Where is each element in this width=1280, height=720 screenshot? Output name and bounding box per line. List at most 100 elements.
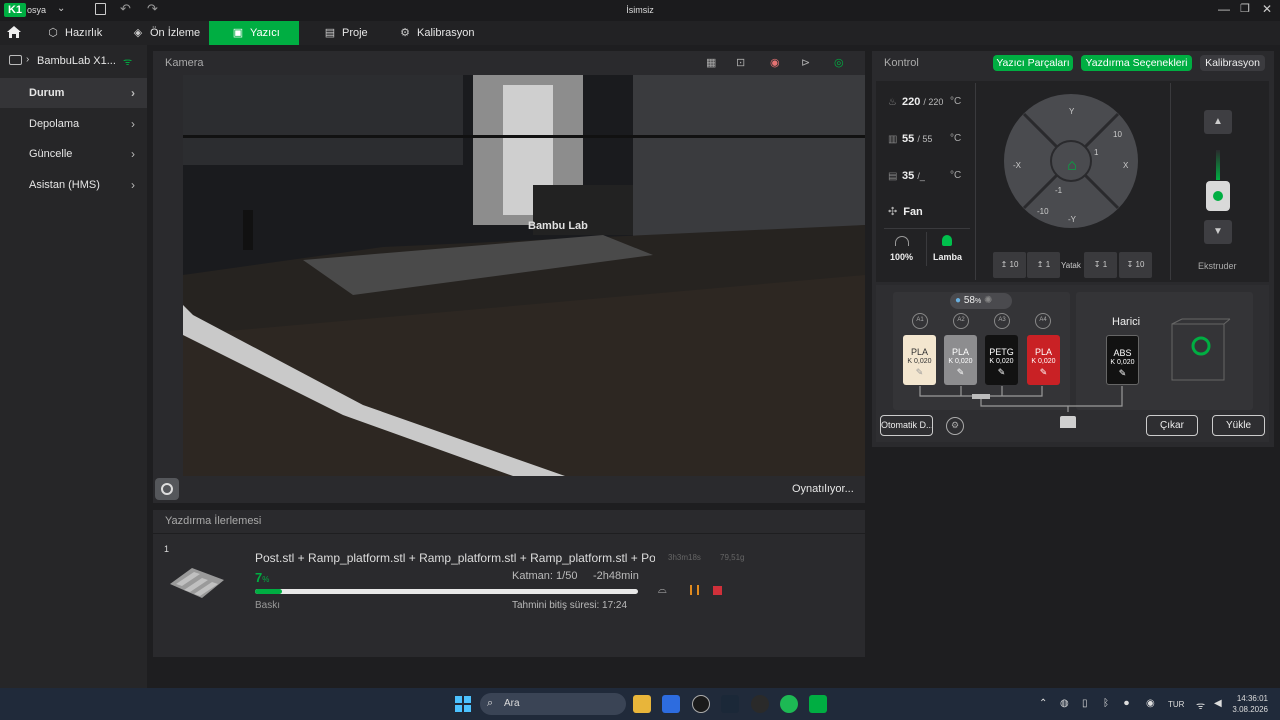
nozzle-temp[interactable]: ♨ 220 / 220 °C bbox=[888, 96, 961, 108]
camera-title: Kamera bbox=[165, 57, 204, 69]
app-icon[interactable] bbox=[751, 695, 769, 713]
bluetooth-icon[interactable]: ᛒ bbox=[1103, 698, 1109, 709]
network-icon[interactable]: ◉ bbox=[1146, 698, 1155, 709]
video-icon[interactable]: ⊳ bbox=[801, 56, 810, 69]
clock-date[interactable]: 3.08.2026 bbox=[1232, 705, 1268, 714]
record-icon[interactable]: ◉ bbox=[770, 56, 780, 69]
timelapse-icon[interactable]: ⊡ bbox=[736, 56, 745, 69]
control-title: Kontrol bbox=[884, 57, 919, 69]
external-slot[interactable]: ABS K 0,020 ✎ bbox=[1106, 335, 1139, 385]
restore-icon[interactable]: ❐ bbox=[1240, 2, 1250, 15]
jog-y-minus[interactable]: -Y bbox=[1068, 215, 1076, 224]
minimize-icon[interactable]: — bbox=[1218, 2, 1230, 16]
sd-card-icon[interactable]: ▦ bbox=[706, 56, 716, 69]
jog-plus-10[interactable]: 10 bbox=[1113, 130, 1122, 139]
jog-plus-1[interactable]: 1 bbox=[1094, 148, 1098, 157]
printer-icon bbox=[9, 55, 22, 65]
bed-down-1-button[interactable]: ↧ 1 bbox=[1084, 252, 1117, 278]
tab-proje[interactable]: ▤ Proje bbox=[323, 21, 383, 45]
cube-icon: ⬡ bbox=[48, 27, 58, 39]
divider bbox=[1170, 83, 1171, 280]
speed-icon[interactable]: ⌓ bbox=[658, 584, 667, 597]
tab-kalibrasyon[interactable]: ⚙ Kalibrasyon bbox=[398, 21, 488, 45]
gauge-icon[interactable] bbox=[895, 236, 909, 246]
print-status: Baskı bbox=[255, 600, 281, 611]
progress-percent: 7% bbox=[255, 570, 270, 585]
edit-icon: ✎ bbox=[997, 367, 1006, 377]
sidebar-item-depolama[interactable]: Depolama › bbox=[0, 109, 147, 139]
speed-value[interactable]: 100% bbox=[890, 252, 913, 262]
device-name[interactable]: BambuLab X1... bbox=[37, 55, 116, 67]
bed-up-1-button[interactable]: ↥ 1 bbox=[1027, 252, 1060, 278]
camera-on-icon[interactable]: ◎ bbox=[834, 56, 844, 69]
slot-refresh-icon[interactable]: A3 bbox=[994, 313, 1010, 329]
printer-parts-button[interactable]: Yazıcı Parçaları bbox=[993, 55, 1073, 71]
sidebar-item-durum[interactable]: Durum › bbox=[0, 78, 147, 108]
file-explorer-icon[interactable] bbox=[633, 695, 651, 713]
windows-start-icon[interactable] bbox=[455, 696, 471, 712]
load-button[interactable]: Yükle bbox=[1212, 415, 1265, 436]
extruder-up-button[interactable]: ▲ bbox=[1204, 110, 1232, 134]
lamp-label[interactable]: Lamba bbox=[933, 252, 962, 262]
close-icon[interactable]: ✕ bbox=[1262, 2, 1272, 16]
slot-refresh-icon[interactable]: A2 bbox=[953, 313, 969, 329]
ams-slot-3[interactable]: PETG K 0,020 ✎ bbox=[985, 335, 1018, 385]
jog-x-minus[interactable]: -X bbox=[1013, 161, 1021, 170]
microphone-icon[interactable]: ⏺ bbox=[1124, 698, 1129, 709]
tray-icon[interactable]: ◍ bbox=[1060, 698, 1069, 709]
lamp-icon[interactable] bbox=[942, 235, 952, 246]
jog-x-plus[interactable]: X bbox=[1123, 161, 1128, 170]
tab-hazirlik[interactable]: ⬡ Hazırlık bbox=[46, 21, 122, 45]
ams-settings-icon[interactable]: ⚙ bbox=[946, 417, 964, 435]
chevron-right-icon[interactable]: › bbox=[26, 54, 29, 65]
ams-slot-4[interactable]: PLA K 0,020 ✎ bbox=[1027, 335, 1060, 385]
slot-refresh-icon[interactable]: A1 bbox=[912, 313, 928, 329]
stop-button[interactable] bbox=[713, 586, 722, 595]
store-icon[interactable] bbox=[662, 695, 680, 713]
pause-button[interactable] bbox=[690, 585, 699, 595]
home-icon[interactable] bbox=[6, 24, 22, 40]
progress-title: Yazdırma İlerlemesi bbox=[165, 515, 262, 527]
extruder-status-dot bbox=[1213, 191, 1223, 201]
steam-icon[interactable] bbox=[721, 695, 739, 713]
taskbar-search[interactable]: Ara bbox=[480, 693, 626, 715]
layers-icon: ◈ bbox=[133, 27, 143, 39]
bed-up-10-button[interactable]: ↥ 10 bbox=[993, 252, 1026, 278]
clock-time[interactable]: 14:36:01 bbox=[1236, 694, 1268, 703]
remaining-time: -2h48min bbox=[593, 570, 639, 582]
language-indicator[interactable]: TUR bbox=[1168, 700, 1184, 709]
unload-button[interactable]: Çıkar bbox=[1146, 415, 1198, 436]
fan-control[interactable]: ✣ Fan bbox=[888, 205, 923, 218]
extruder-down-button[interactable]: ▼ bbox=[1204, 220, 1232, 244]
bed-temp[interactable]: ▥ 55 / 55 °C bbox=[888, 133, 961, 145]
extruder-filament bbox=[1216, 150, 1220, 180]
jog-minus-1[interactable]: -1 bbox=[1055, 186, 1062, 195]
snapshot-button[interactable] bbox=[155, 478, 179, 500]
chevron-up-icon[interactable]: ⌃ bbox=[1039, 698, 1047, 709]
ams-slot-2[interactable]: PLA K 0,020 ✎ bbox=[944, 335, 977, 385]
home-icon[interactable]: ⌂ bbox=[1062, 157, 1082, 175]
extruder-label: Ekstruder bbox=[1198, 261, 1237, 271]
bed-down-10-button[interactable]: ↧ 10 bbox=[1119, 252, 1152, 278]
tab-on-izleme[interactable]: ◈ Ön İzleme bbox=[131, 21, 211, 45]
sidebar-item-guncelle[interactable]: Güncelle › bbox=[0, 139, 147, 169]
slot-refresh-icon[interactable]: A4 bbox=[1035, 313, 1051, 329]
volume-icon[interactable]: ◀ bbox=[1214, 698, 1222, 709]
print-options-button[interactable]: Yazdırma Seçenekleri bbox=[1081, 55, 1192, 71]
spotify-icon[interactable] bbox=[780, 695, 798, 713]
sidebar-item-asistan[interactable]: Asistan (HMS) › bbox=[0, 170, 147, 200]
humidity-indicator[interactable]: ● 58% ✺ bbox=[950, 293, 1012, 309]
bambu-studio-icon[interactable] bbox=[809, 695, 827, 713]
jog-minus-10[interactable]: -10 bbox=[1037, 207, 1049, 216]
calibration-button[interactable]: Kalibrasyon bbox=[1200, 55, 1265, 71]
plate-number: 1 bbox=[164, 544, 170, 554]
wifi-icon[interactable]: ᯤ bbox=[1196, 698, 1205, 712]
app-icon[interactable] bbox=[692, 695, 710, 713]
usb-icon[interactable]: ▯ bbox=[1082, 698, 1088, 709]
tab-yazici[interactable]: ▣ Yazıcı bbox=[209, 21, 299, 45]
divider bbox=[153, 533, 865, 534]
chamber-temp[interactable]: ▤ 35 /_ °C bbox=[888, 170, 961, 182]
jog-y-plus[interactable]: Y bbox=[1069, 107, 1074, 116]
auto-refill-button[interactable]: Otomatik D... bbox=[880, 415, 933, 436]
ams-slot-1[interactable]: PLA K 0,020 ✎ bbox=[903, 335, 936, 385]
